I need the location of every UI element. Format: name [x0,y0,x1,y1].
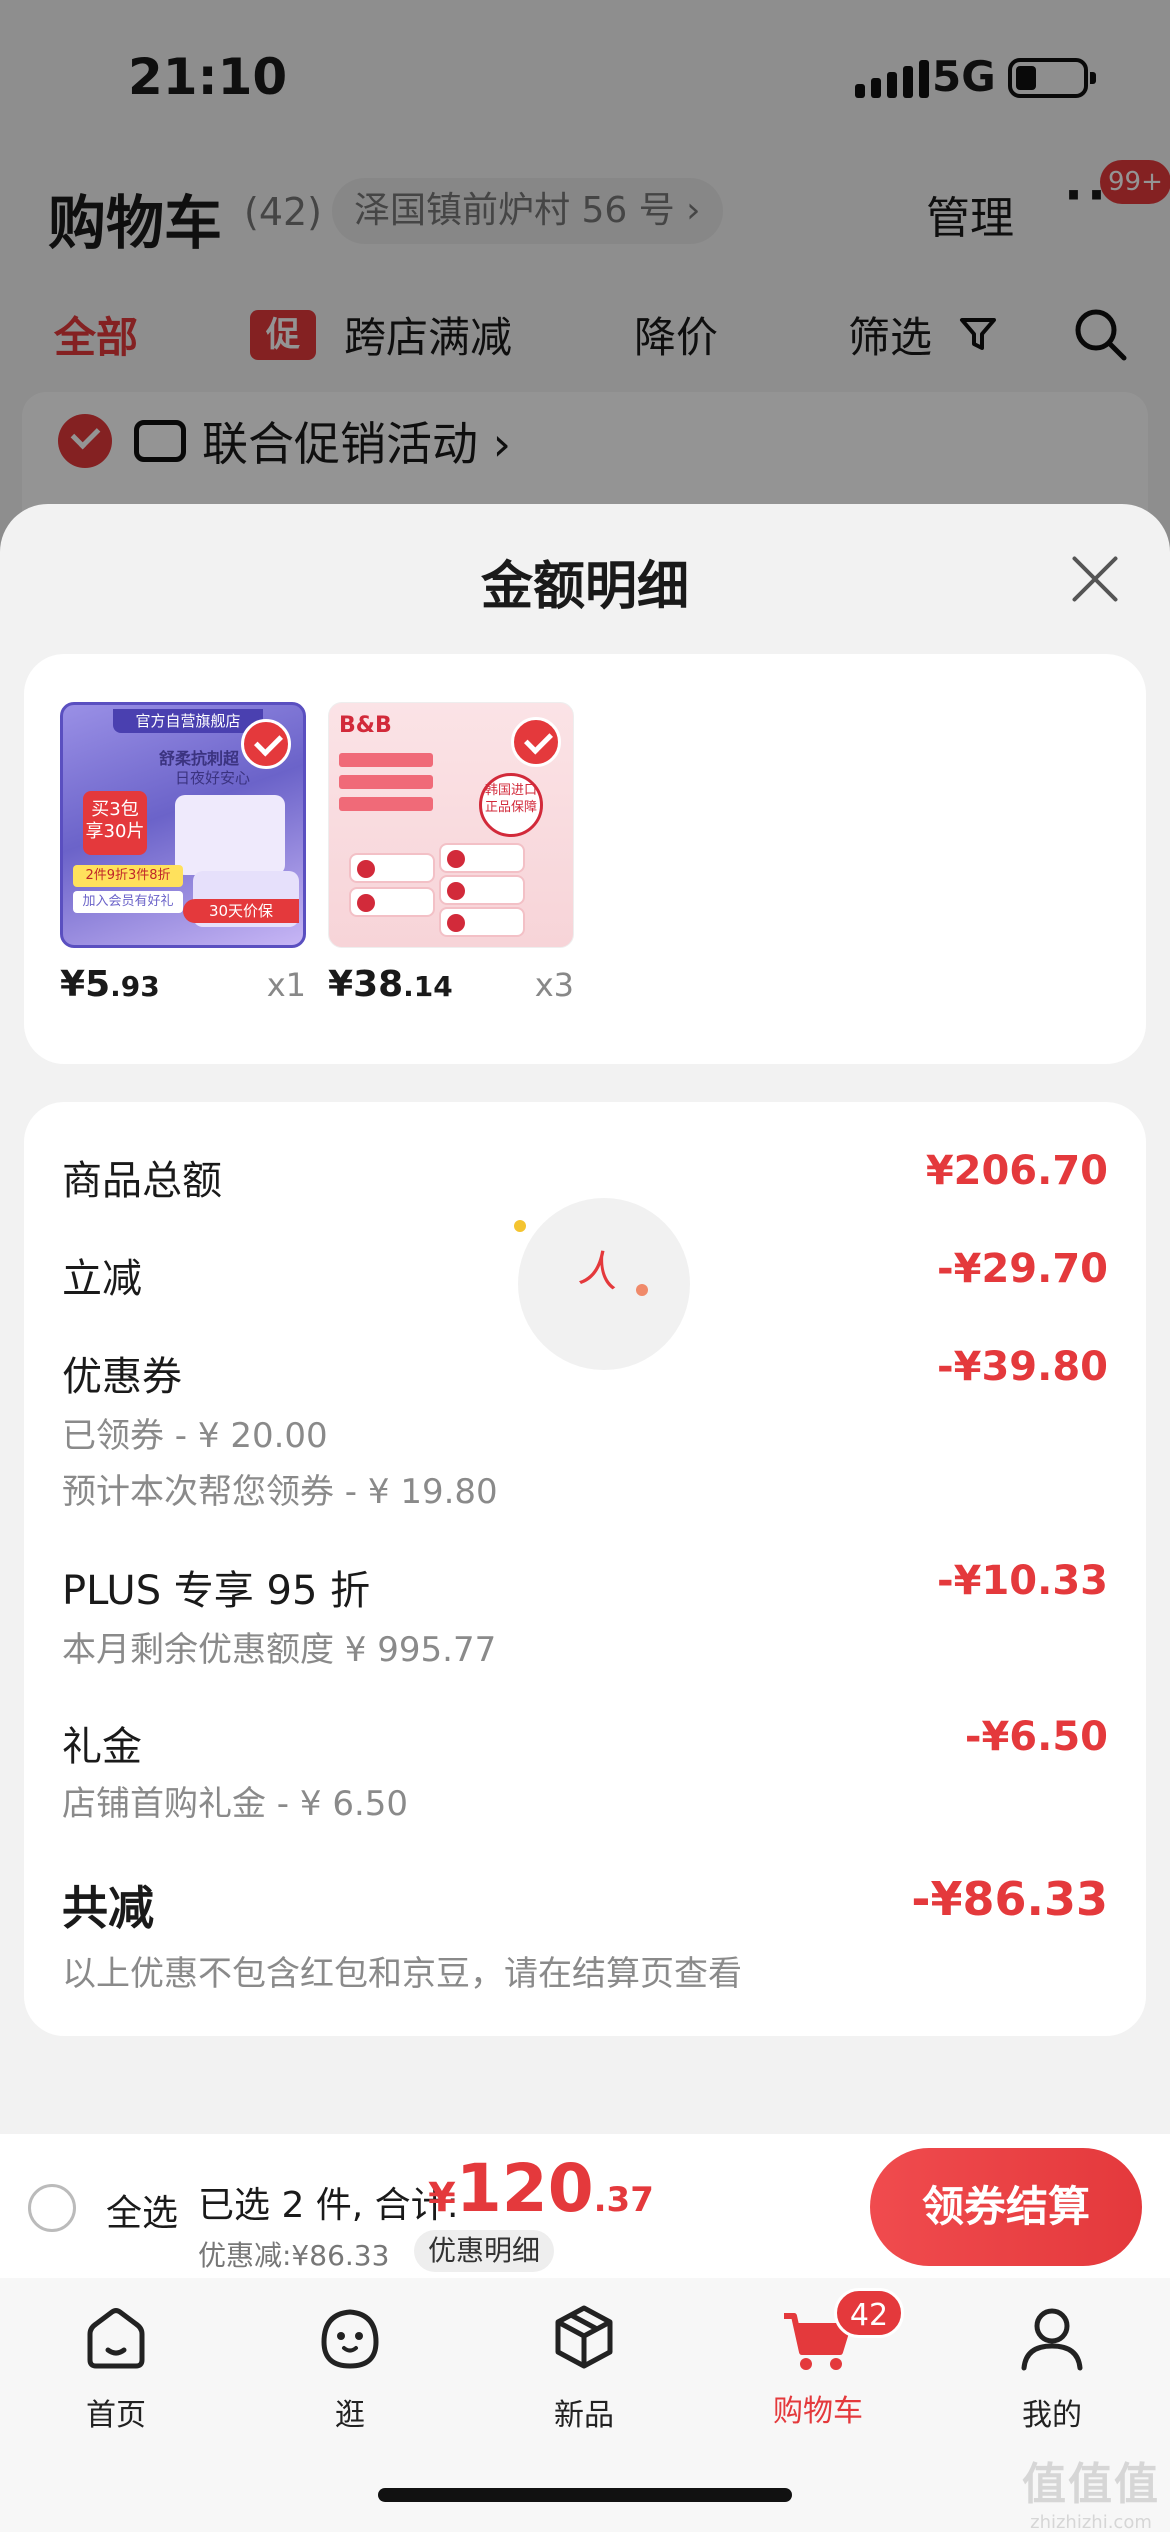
gift-money-value: -¥6.50 [964,1714,1108,1760]
product-image-stripe: 2件9折3件8折 [73,865,183,887]
product-item[interactable]: 官方自营旗舰店 舒柔抗刺超 日夜好安心 买3包 享30片 2件9折3件8折 加入… [60,702,306,1005]
price-symbol: ¥ [328,964,354,1005]
gift-money-detail: 店铺首购礼金 - ¥ 6.50 [62,1784,409,1824]
price-decimal: .14 [403,970,453,1003]
tab-home[interactable]: 首页 [26,2298,206,2434]
product-check-icon[interactable] [511,717,561,767]
tab-browse[interactable]: 逛 [260,2298,440,2434]
price-breakdown-card: 商品总额 ¥206.70 立减 -¥29.70 优惠券 -¥39.80 已领券 … [24,1102,1146,2036]
close-icon[interactable] [1070,554,1120,604]
price-integer: 38 [353,964,404,1005]
price-symbol: ¥ [60,964,86,1005]
product-pack-shape [175,795,285,875]
price-protect-tag: 30天价保 [183,899,299,923]
tab-label: 我的 [1022,2398,1082,2433]
total-discount-note: 以上优惠不包含红包和京豆，请在结算页查看 [62,1954,742,1994]
selected-summary: 已选 2 件, 合计: [198,2185,459,2226]
authenticity-seal: 韩国进口 正品保障 [479,773,543,837]
instant-discount-value: -¥29.70 [937,1246,1108,1292]
product-pack-shape [349,853,435,883]
product-image-store-label: 官方自营旗舰店 [113,709,263,733]
tab-label: 逛 [335,2398,365,2433]
product-quantity: x1 [266,966,306,1004]
product-price: ¥38.14 [328,964,453,1005]
tab-label: 新品 [554,2398,614,2433]
selected-products-card: 官方自营旗舰店 舒柔抗刺超 日夜好安心 买3包 享30片 2件9折3件8折 加入… [24,654,1146,1064]
product-image-stripe: 加入会员有好礼 [73,891,183,913]
loading-spinner-icon [514,1198,690,1370]
coupon-claimed-text: 已领券 - ¥ 20.00 [62,1416,328,1456]
cart-icon-wrapper: 42 [778,2288,904,2378]
instant-discount-label: 立减 [62,1256,142,1302]
checkout-bar: 全选 已选 2 件, 合计: ¥120.37 优惠减:¥86.33 优惠明细 领… [0,2134,1170,2278]
discount-detail-button[interactable]: 优惠明细 [414,2230,555,2272]
product-image: B&B 韩国进口 正品保障 [328,702,574,948]
browse-face-icon [321,2309,379,2369]
plus-quota-text: 本月剩余优惠额度 ¥ 995.77 [62,1630,497,1670]
price-integer: 120 [455,2150,594,2227]
total-price: ¥120.37 [428,2150,654,2227]
product-quantity: x3 [534,966,574,1004]
tab-profile[interactable]: 我的 [962,2298,1142,2434]
watermark: 值值值 zhizhizhi.com [1016,2448,1166,2532]
total-discount-value: -¥86.33 [911,1872,1108,1926]
goods-total-value: ¥206.70 [925,1148,1108,1194]
cart-badge: 42 [834,2288,904,2338]
product-pack-shape [439,843,525,873]
price-symbol: ¥ [428,2175,456,2221]
new-box-icon [555,2305,613,2369]
product-image-stripe [339,775,433,789]
product-pack-shape [349,887,435,917]
select-all-label[interactable]: 全选 [106,2184,178,2236]
tab-label: 首页 [86,2398,146,2433]
bottom-tab-bar: 首页 逛 新品 42 购物车 我的 [0,2278,1170,2532]
coupon-pending-text: 预计本次帮您领券 - ¥ 19.80 [62,1472,498,1512]
watermark-logo: 值值值 [1022,2459,1160,2510]
coupon-label: 优惠券 [62,1354,182,1400]
product-image-stripe [339,797,433,811]
brand-logo: B&B [339,713,392,738]
product-check-icon[interactable] [241,719,291,769]
tab-cart[interactable]: 42 购物车 [728,2288,908,2430]
checkout-button[interactable]: 领券结算 [870,2148,1142,2266]
goods-total-label: 商品总额 [62,1158,222,1204]
product-image-badge: 买3包 享30片 [83,791,147,855]
product-price: ¥5.93 [60,964,160,1005]
price-integer: 5 [85,964,111,1005]
price-decimal: .37 [593,2180,654,2220]
plus-discount-value: -¥10.33 [937,1558,1108,1604]
product-image: 官方自营旗舰店 舒柔抗刺超 日夜好安心 买3包 享30片 2件9折3件8折 加入… [60,702,306,948]
product-image-stripe [339,753,433,767]
watermark-url: zhizhizhi.com [1030,2512,1152,2532]
tab-new[interactable]: 新品 [494,2298,674,2434]
product-item[interactable]: B&B 韩国进口 正品保障 ¥38.14 x3 [328,702,574,1005]
discount-summary: 优惠减:¥86.33 [198,2239,390,2272]
tab-label: 购物车 [773,2394,863,2429]
profile-icon [1021,2308,1083,2371]
product-pack-shape [439,875,525,905]
product-pack-shape [439,907,525,937]
select-all-checkbox[interactable] [28,2184,76,2232]
price-decimal: .93 [110,970,160,1003]
sheet-title: 金额明细 [480,557,689,617]
product-image-text: 舒柔抗刺超 [159,749,240,768]
home-icon [87,2308,145,2369]
home-indicator [378,2488,792,2502]
coupon-value: -¥39.80 [937,1344,1108,1390]
product-image-text: 日夜好安心 [175,769,251,787]
plus-discount-label: PLUS 专享 95 折 [62,1568,371,1614]
total-discount-label: 共减 [62,1881,154,1935]
gift-money-label: 礼金 [62,1724,142,1770]
